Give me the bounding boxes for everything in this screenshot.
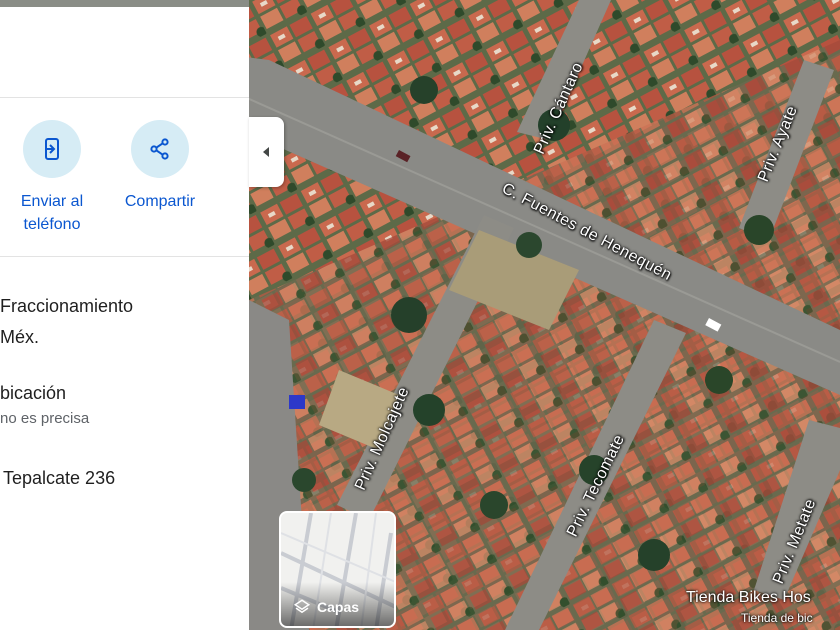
send-to-phone-button[interactable]: Enviar al teléfono — [0, 120, 107, 236]
address-line-1: Fraccionamiento — [0, 296, 134, 316]
layers-label: Capas — [317, 599, 360, 615]
place-panel: Enviar al teléfono Compartir Fraccionami… — [0, 0, 249, 630]
location-accuracy-title: bicación — [0, 383, 67, 403]
share-label: Compartir — [124, 193, 196, 210]
divider — [0, 97, 249, 98]
layers-button[interactable]: Capas — [279, 511, 396, 628]
send-to-phone-label-1: Enviar al — [20, 193, 84, 210]
divider — [0, 256, 249, 257]
send-to-phone-label-2: teléfono — [23, 216, 81, 233]
poi-sublabel[interactable]: Tienda de bic — [741, 611, 813, 625]
address-line-2: Méx. — [0, 327, 40, 347]
plus-code: Tepalcate 236 — [3, 468, 116, 488]
caret-left-icon — [262, 147, 269, 157]
layers-icon — [293, 599, 311, 614]
collapse-panel-button[interactable] — [249, 117, 284, 187]
share-icon — [150, 138, 169, 160]
poi-label[interactable]: Tienda Bikes Hos — [686, 589, 811, 607]
share-icon-circle[interactable] — [131, 120, 189, 178]
panel-top-image-edge — [0, 0, 249, 7]
send-to-phone-icon-circle[interactable] — [23, 120, 81, 178]
share-button[interactable]: Compartir — [105, 120, 215, 213]
send-to-phone-icon — [45, 138, 59, 160]
location-accuracy-note: no es precisa — [0, 410, 90, 427]
